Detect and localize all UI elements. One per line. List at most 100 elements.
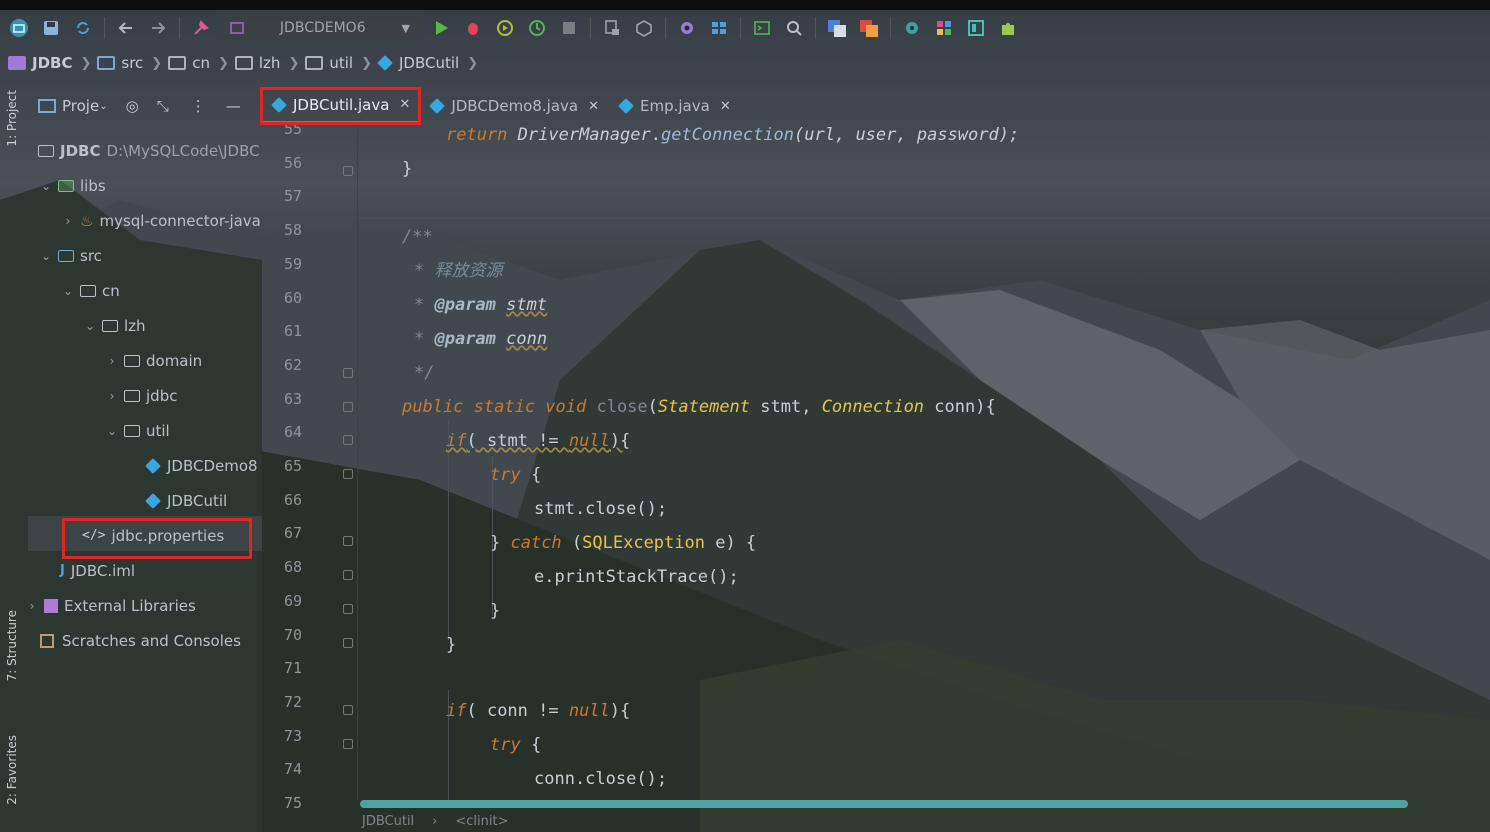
tree-item-jdbcutil[interactable]: JDBCutil bbox=[145, 483, 227, 518]
run-config-label: JDBCDEMO6 bbox=[279, 20, 366, 36]
tree-item-label: mysql-connector-java bbox=[99, 211, 261, 230]
fold-marker-icon[interactable] bbox=[343, 435, 353, 446]
translate2-icon[interactable] bbox=[856, 15, 882, 41]
tree-item-label: jdbc bbox=[146, 386, 178, 405]
more-icon[interactable]: ⋮ bbox=[191, 97, 206, 115]
settings-icon[interactable] bbox=[674, 15, 700, 41]
tree-item-scratches[interactable]: Scratches and Consoles bbox=[40, 623, 241, 658]
module-icon bbox=[8, 56, 26, 70]
status-member[interactable]: <clinit> bbox=[455, 814, 508, 829]
breadcrumb-item-util[interactable]: util ❯ bbox=[305, 54, 372, 72]
search-icon[interactable] bbox=[781, 15, 807, 41]
main-toolbar: JDBCDEMO6 ▼ bbox=[0, 10, 1490, 46]
run-configuration-select[interactable]: JDBCDEMO6 ▼ bbox=[220, 15, 420, 41]
code-token: try bbox=[490, 465, 521, 485]
chevron-right-icon: › bbox=[109, 388, 115, 403]
breadcrumb-item-jdbc[interactable]: JDBC ❯ bbox=[8, 54, 91, 72]
profile-icon[interactable] bbox=[524, 15, 550, 41]
tool-tab-structure[interactable]: 7: Structure bbox=[5, 610, 19, 681]
code-token: @param bbox=[434, 295, 496, 315]
tree-item-libs[interactable]: ⌄ libs bbox=[38, 168, 106, 203]
tree-item-label: lzh bbox=[124, 316, 146, 335]
debug-icon[interactable] bbox=[460, 15, 486, 41]
fold-marker-icon[interactable] bbox=[343, 704, 353, 715]
breadcrumb-item-jdbcutil[interactable]: JDBCutil ❯ bbox=[377, 54, 478, 72]
code-token: null bbox=[568, 701, 610, 721]
code-token: return bbox=[446, 125, 518, 145]
toolbar-separator bbox=[740, 17, 741, 39]
minimize-icon[interactable]: — bbox=[226, 97, 241, 115]
breadcrumb-item-lzh[interactable]: lzh ❯ bbox=[234, 54, 299, 72]
tool-tab-favorites[interactable]: 2: Favorites bbox=[5, 735, 19, 805]
run-icon[interactable] bbox=[428, 15, 454, 41]
forward-icon[interactable] bbox=[145, 15, 171, 41]
fold-marker-icon[interactable] bbox=[343, 637, 353, 648]
code-line-56: } bbox=[402, 159, 413, 179]
code-line-70: } bbox=[446, 635, 457, 655]
tree-item-jdbc-package[interactable]: › jdbc bbox=[104, 378, 178, 413]
fold-marker-icon[interactable] bbox=[343, 570, 353, 581]
tree-item-label: src bbox=[80, 246, 102, 265]
status-class[interactable]: JDBCutil bbox=[362, 814, 414, 829]
open-icon[interactable] bbox=[6, 15, 32, 41]
tab-emp[interactable]: Emp.java ✕ bbox=[609, 88, 741, 124]
tree-item-cn[interactable]: ⌄ cn bbox=[60, 273, 120, 308]
line-number: 56 bbox=[283, 153, 302, 172]
save-icon[interactable] bbox=[38, 15, 64, 41]
target-icon[interactable]: ◎ bbox=[126, 97, 139, 115]
tree-item-mysql-connector[interactable]: › ♨ mysql-connector-java bbox=[60, 203, 261, 238]
build-icon[interactable] bbox=[188, 15, 214, 41]
code-line-61: * @param conn bbox=[414, 322, 547, 356]
close-icon[interactable]: ✕ bbox=[720, 99, 731, 114]
tab-jdbcdemo8[interactable]: JDBCDemo8.java ✕ bbox=[420, 88, 609, 124]
database-icon[interactable] bbox=[963, 15, 989, 41]
breadcrumb-item-src[interactable]: src ❯ bbox=[97, 54, 162, 72]
code-token: . bbox=[650, 125, 661, 145]
layout-icon[interactable] bbox=[931, 15, 957, 41]
project-view-select[interactable]: Proje bbox=[62, 97, 99, 115]
translate-icon[interactable] bbox=[824, 15, 850, 41]
tree-item-external-libraries[interactable]: › External Libraries bbox=[28, 588, 196, 623]
puzzle-icon[interactable] bbox=[995, 15, 1021, 41]
attach-icon[interactable] bbox=[599, 15, 625, 41]
fold-marker-icon[interactable] bbox=[343, 603, 353, 614]
back-icon[interactable] bbox=[113, 15, 139, 41]
code-line-66: stmt.close(); bbox=[534, 499, 668, 519]
code-token: Connection bbox=[821, 397, 925, 417]
horizontal-scrollbar[interactable] bbox=[360, 800, 1408, 808]
chevron-right-icon: ❯ bbox=[361, 55, 372, 71]
tool-tab-project[interactable]: 1: Project bbox=[5, 90, 19, 147]
fold-marker-icon[interactable] bbox=[343, 469, 353, 479]
tree-item-lzh[interactable]: ⌄ lzh bbox=[82, 308, 146, 343]
stop-icon[interactable] bbox=[556, 15, 582, 41]
tree-item-jdbc[interactable]: JDBC D:\MySQLCode\JDBC bbox=[38, 133, 260, 168]
tree-item-util[interactable]: ⌄ util bbox=[104, 413, 170, 448]
coverage-icon[interactable] bbox=[492, 15, 518, 41]
project-structure-icon[interactable] bbox=[631, 15, 657, 41]
fold-marker-icon[interactable] bbox=[343, 738, 353, 749]
sdk-icon[interactable] bbox=[706, 15, 732, 41]
fold-marker-icon[interactable] bbox=[343, 165, 353, 176]
fold-marker-icon[interactable] bbox=[343, 401, 353, 412]
tree-item-src[interactable]: ⌄ src bbox=[38, 238, 102, 273]
fold-marker-icon[interactable] bbox=[343, 367, 353, 378]
sync-icon[interactable] bbox=[70, 15, 96, 41]
breadcrumb-item-cn[interactable]: cn ❯ bbox=[168, 54, 229, 72]
terminal-icon[interactable] bbox=[749, 15, 775, 41]
tree-item-jdbcdemo8[interactable]: JDBCDemo8 bbox=[145, 448, 258, 483]
chevron-right-icon: ❯ bbox=[151, 55, 163, 71]
code-token: DriverManager bbox=[517, 125, 651, 145]
toolbar-separator bbox=[104, 17, 105, 39]
highlight-box-jdbc-properties bbox=[62, 518, 252, 559]
collapse-icon[interactable]: ⤡ bbox=[157, 97, 169, 115]
java-class-icon bbox=[145, 457, 161, 474]
tree-item-domain[interactable]: › domain bbox=[104, 343, 203, 378]
code-token: ( conn != bbox=[466, 701, 569, 721]
tree-item-label: JDBCDemo8 bbox=[167, 456, 258, 475]
close-icon[interactable]: ✕ bbox=[588, 99, 599, 114]
project-folder-icon bbox=[38, 99, 56, 113]
plugin-icon[interactable] bbox=[899, 15, 925, 41]
code-line-60: * @param stmt bbox=[414, 288, 547, 322]
code-editor[interactable]: return DriverManager.getConnection(url, … bbox=[358, 124, 1490, 800]
fold-marker-icon[interactable] bbox=[343, 536, 353, 547]
